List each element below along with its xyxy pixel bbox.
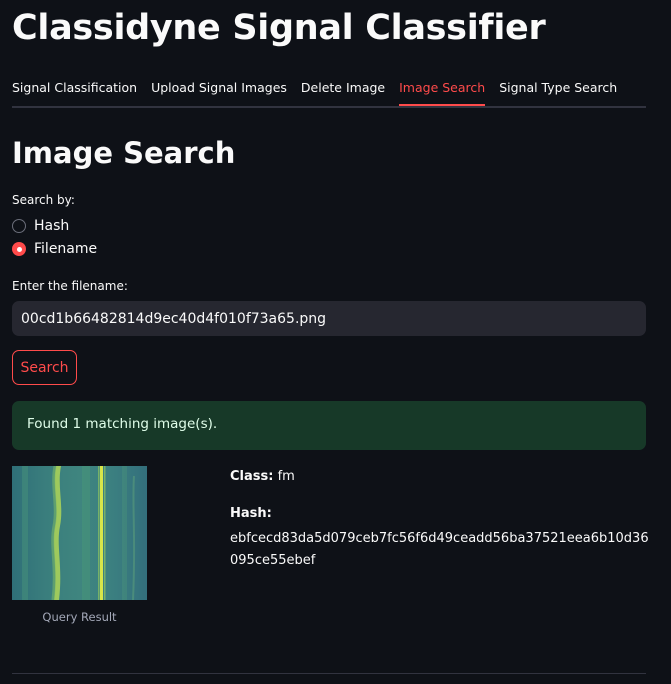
class-field: Class: fm [230, 469, 295, 484]
filename-input-label: Enter the filename: [12, 279, 128, 293]
radio-checked-icon[interactable] [12, 242, 26, 256]
app-page: Classidyne Signal Classifier Signal Clas… [0, 0, 671, 684]
tab-bar: Signal Classification Upload Signal Imag… [12, 70, 646, 108]
tab-delete-image[interactable]: Delete Image [301, 70, 385, 104]
success-message: Found 1 matching image(s). [12, 401, 646, 450]
radio-unchecked-icon[interactable] [12, 219, 26, 233]
app-title: Classidyne Signal Classifier [12, 8, 546, 48]
filename-input[interactable] [12, 301, 646, 336]
spectrogram-image [12, 466, 147, 600]
search-button[interactable]: Search [12, 350, 77, 385]
tab-upload-signal-images[interactable]: Upload Signal Images [151, 70, 287, 104]
page-title: Image Search [12, 136, 236, 170]
tab-signal-classification[interactable]: Signal Classification [12, 70, 137, 104]
class-label: Class: [230, 469, 274, 484]
tab-signal-type-search[interactable]: Signal Type Search [499, 70, 617, 104]
class-value: fm [277, 469, 295, 484]
radio-option-hash[interactable]: Hash [12, 218, 69, 234]
radio-option-label: Hash [34, 218, 70, 234]
search-by-label: Search by: [12, 193, 75, 207]
hash-field: Hash: [230, 506, 272, 521]
hash-label: Hash: [230, 506, 272, 521]
hash-value: ebfcecd83da5d079ceb7fc56f6d49ceadd56ba37… [230, 531, 649, 568]
success-message-text: Found 1 matching image(s). [27, 416, 218, 432]
image-caption: Query Result [42, 610, 117, 624]
tab-image-search[interactable]: Image Search [399, 70, 486, 106]
radio-option-filename[interactable]: Filename [12, 241, 97, 257]
divider [12, 673, 646, 674]
radio-option-label: Filename [34, 241, 98, 257]
